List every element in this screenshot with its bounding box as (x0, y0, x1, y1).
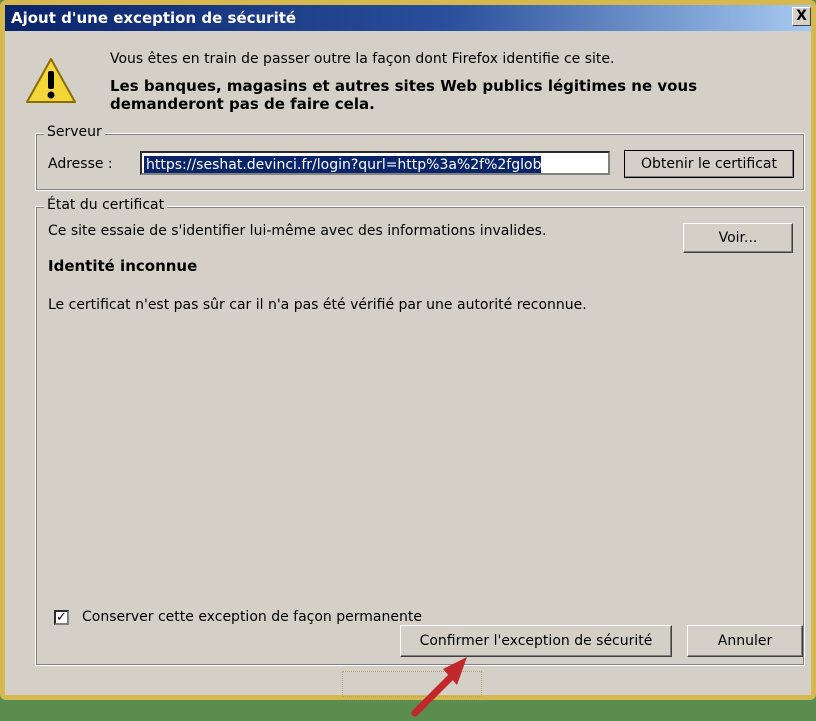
server-group: Serveur Adresse : https://seshat.devinci… (35, 124, 805, 191)
intro-warning-text: Les banques, magasins et autres sites We… (110, 77, 698, 113)
permanent-checkbox[interactable]: ✓ (54, 610, 69, 625)
identity-title: Identité inconnue (48, 257, 198, 275)
window-title: Ajout d'une exception de sécurité (11, 9, 297, 27)
cancel-button[interactable]: Annuler (687, 625, 803, 657)
certificate-message: Ce site essaie de s'identifier lui-même … (48, 223, 547, 239)
address-input[interactable]: https://seshat.devinci.fr/login?qurl=htt… (140, 151, 610, 175)
server-legend: Serveur (44, 124, 105, 140)
close-icon: X (796, 8, 807, 24)
certificate-status-group: État du certificat Ce site essaie de s'i… (35, 197, 805, 666)
title-bar: Ajout d'une exception de sécurité X (5, 5, 811, 31)
certificate-legend: État du certificat (44, 197, 168, 213)
checkmark-icon: ✓ (56, 610, 67, 625)
close-button[interactable]: X (792, 7, 811, 26)
intro-text: Vous êtes en train de passer outre la fa… (110, 51, 615, 67)
red-arrow-annotation (411, 657, 467, 717)
warning-icon (26, 58, 76, 103)
certificate-detail: Le certificat n'est pas sûr car il n'a p… (48, 297, 587, 313)
get-certificate-button[interactable]: Obtenir le certificat (624, 150, 794, 178)
view-certificate-button[interactable]: Voir... (683, 223, 793, 253)
address-label: Adresse : (48, 156, 113, 172)
dialog-body: Vous êtes en train de passer outre la fa… (5, 31, 811, 717)
permanent-checkbox-label[interactable]: Conserver cette exception de façon perma… (82, 609, 422, 625)
address-input-value: https://seshat.devinci.fr/login?qurl=htt… (144, 156, 542, 173)
security-exception-dialog: Ajout d'une exception de sécurité X Vous… (0, 0, 816, 717)
